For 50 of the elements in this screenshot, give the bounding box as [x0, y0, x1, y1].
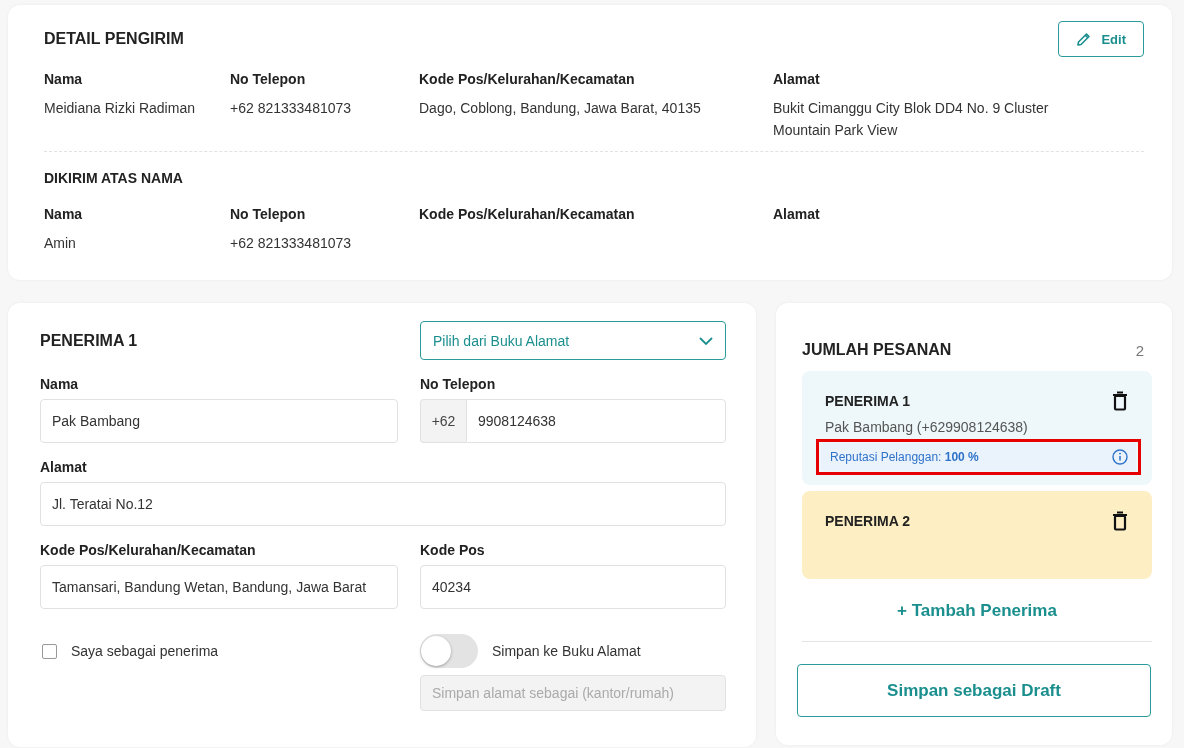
- recipient-card[interactable]: PENERIMA 2: [802, 491, 1152, 579]
- field-label: Nama: [44, 71, 84, 89]
- field-value: Bukit Cimanggu City Blok DD4 No. 9 Cluster Mountain Park View: [773, 99, 1050, 140]
- trash-icon[interactable]: [1112, 511, 1128, 531]
- trash-icon[interactable]: [1112, 391, 1128, 411]
- pencil-icon: [1077, 32, 1092, 46]
- recipient-detail: Pak Bambang (+629908124638): [825, 419, 1029, 435]
- field-label: No Telepon: [230, 206, 307, 224]
- address-book-dropdown[interactable]: Pilih dari Buku Alamat: [420, 321, 726, 360]
- checkbox-label: Saya sebagai penerima: [71, 643, 219, 659]
- field-value: +62 821333481073: [230, 234, 353, 253]
- save-draft-button[interactable]: Simpan sebagai Draft: [797, 664, 1151, 717]
- checkbox[interactable]: [42, 643, 57, 659]
- form-title: PENERIMA 1: [40, 331, 139, 350]
- input-field[interactable]: Simpan alamat sebagai (kantor/rumah): [420, 675, 726, 711]
- input-field[interactable]: Pak Bambang: [40, 399, 398, 443]
- summary-title: JUMLAH PESANAN: [802, 341, 952, 359]
- input-field[interactable]: Jl. Teratai No.12: [40, 482, 726, 526]
- chevron-down-icon: [699, 336, 713, 345]
- toggle-label: Simpan ke Buku Alamat: [492, 643, 641, 659]
- country-code: +62: [420, 399, 466, 443]
- field-value: Amin: [44, 234, 77, 253]
- field-label: Kode Pos: [420, 542, 486, 558]
- field-label: No Telepon: [230, 71, 307, 89]
- phone-input-field[interactable]: 9908124638: [466, 399, 726, 443]
- edit-button[interactable]: Edit: [1058, 21, 1144, 57]
- field-value: Meidiana Rizki Radiman: [44, 99, 196, 118]
- field-label: Alamat: [40, 459, 88, 475]
- field-label: Alamat: [773, 71, 821, 89]
- info-icon[interactable]: [1112, 449, 1128, 465]
- field-label: Nama: [40, 376, 80, 392]
- recipient-title: PENERIMA 2: [825, 513, 911, 529]
- field-label: Kode Pos/Kelurahan/Kecamatan: [419, 206, 636, 224]
- order-count: 2: [1135, 341, 1144, 359]
- toggle-switch[interactable]: [420, 634, 478, 668]
- input-field[interactable]: 40234: [420, 565, 726, 609]
- field-label: Alamat: [773, 206, 821, 224]
- add-recipient-button[interactable]: + Tambah Penerima: [889, 597, 1065, 625]
- section-title: DETAIL PENGIRIM: [44, 30, 184, 48]
- field-value: +62 821333481073: [230, 99, 353, 118]
- field-label: Kode Pos/Kelurahan/Kecamatan: [419, 71, 636, 89]
- recipient-card[interactable]: PENERIMA 1 Pak Bambang (+629908124638) Reputasi Pelanggan: 100 %: [802, 371, 1152, 485]
- field-label: No Telepon: [420, 376, 497, 392]
- field-value: Dago, Coblong, Bandung, Jawa Barat, 40135: [419, 99, 702, 118]
- recipient-title: PENERIMA 1: [825, 393, 911, 409]
- field-label: Nama: [44, 206, 84, 224]
- reputation-text: Reputasi Pelanggan: 100 %: [830, 450, 979, 464]
- section-title: DIKIRIM ATAS NAMA: [44, 170, 183, 186]
- field-label: Kode Pos/Kelurahan/Kecamatan: [40, 542, 257, 558]
- input-field[interactable]: Tamansari, Bandung Wetan, Bandung, Jawa Barat: [40, 565, 398, 609]
